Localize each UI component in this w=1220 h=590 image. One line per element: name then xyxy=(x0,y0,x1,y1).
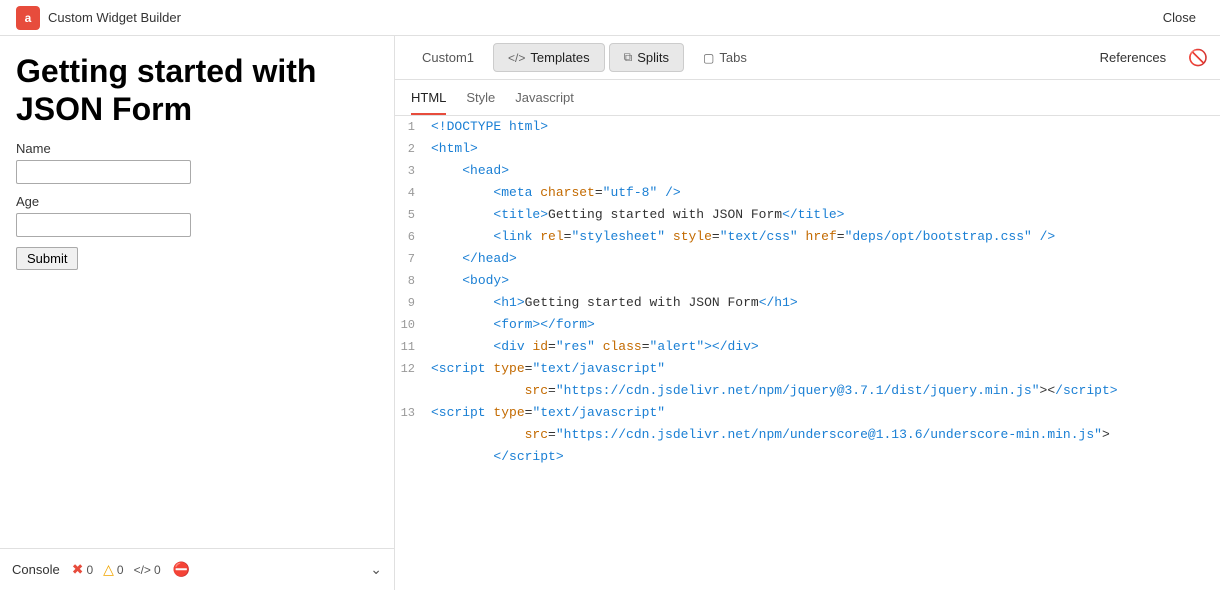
warning-count: 0 xyxy=(117,563,124,577)
sub-tab-style[interactable]: Style xyxy=(466,90,495,115)
line-content: <body> xyxy=(431,270,1220,292)
tab-splits-label: Splits xyxy=(637,50,669,65)
code-line-1: 1<!DOCTYPE html> xyxy=(395,116,1220,138)
tabs-icon: ▢ xyxy=(703,51,714,65)
top-bar-left: a Custom Widget Builder xyxy=(16,6,181,30)
top-bar: a Custom Widget Builder Close xyxy=(0,0,1220,36)
line-content: <!DOCTYPE html> xyxy=(431,116,1220,138)
code-line-13: 13<script type="text/javascript" src="ht… xyxy=(395,402,1220,468)
submit-button[interactable]: Submit xyxy=(16,247,78,270)
code-line-9: 9 <h1>Getting started with JSON Form</h1… xyxy=(395,292,1220,314)
line-content: </head> xyxy=(431,248,1220,270)
line-number: 6 xyxy=(395,226,431,248)
warning-dot-icon: △ xyxy=(103,561,114,578)
name-input[interactable] xyxy=(16,160,191,184)
preview-title: Getting started with JSON Form xyxy=(16,52,378,129)
splits-icon: ⧉ xyxy=(624,50,633,65)
code-line-7: 7 </head> xyxy=(395,248,1220,270)
line-number: 5 xyxy=(395,204,431,226)
console-bar: Console ✖ 0 △ 0 </> 0 ⛔ ⌄ xyxy=(0,548,394,590)
chevron-down-icon: ⌄ xyxy=(370,561,382,578)
line-content: <title>Getting started with JSON Form</t… xyxy=(431,204,1220,226)
line-number: 9 xyxy=(395,292,431,314)
references-tab[interactable]: References xyxy=(1090,44,1176,71)
sub-tab-javascript[interactable]: Javascript xyxy=(515,90,574,115)
code-line-2: 2<html> xyxy=(395,138,1220,160)
console-label: Console xyxy=(12,562,60,577)
close-button[interactable]: Close xyxy=(1155,6,1204,29)
code-line-11: 11 <div id="res" class="alert"></div> xyxy=(395,336,1220,358)
console-circle-icon: ⛔ xyxy=(173,561,190,578)
line-content: <html> xyxy=(431,138,1220,160)
line-content: <head> xyxy=(431,160,1220,182)
name-label: Name xyxy=(16,141,378,156)
code-line-6: 6 <link rel="stylesheet" style="text/css… xyxy=(395,226,1220,248)
error-indicator: ✖ 0 xyxy=(72,561,93,578)
code-icon: </> xyxy=(134,563,151,577)
preview-title-line1: Getting started with xyxy=(16,53,316,89)
line-number: 8 xyxy=(395,270,431,292)
error-dot-icon: ✖ xyxy=(72,561,84,578)
tab-tabs[interactable]: ▢ Tabs xyxy=(688,43,762,72)
line-content: <link rel="stylesheet" style="text/css" … xyxy=(431,226,1220,248)
sub-tab-html[interactable]: HTML xyxy=(411,90,446,115)
right-panel: Custom1 </> Templates ⧉ Splits ▢ Tabs Re… xyxy=(395,36,1220,590)
tab-tabs-label: Tabs xyxy=(719,50,746,65)
code-editor: 1<!DOCTYPE html>2<html>3 <head>4 <meta c… xyxy=(395,116,1220,590)
preview-title-line2: JSON Form xyxy=(16,91,192,127)
code-line-8: 8 <body> xyxy=(395,270,1220,292)
left-panel: Getting started with JSON Form Name Age … xyxy=(0,36,395,590)
line-content: <h1>Getting started with JSON Form</h1> xyxy=(431,292,1220,314)
line-number: 4 xyxy=(395,182,431,204)
line-number: 10 xyxy=(395,314,431,336)
tab-custom1[interactable]: Custom1 xyxy=(407,43,489,72)
tab-splits[interactable]: ⧉ Splits xyxy=(609,43,684,72)
console-indicators: ✖ 0 △ 0 </> 0 xyxy=(72,561,161,578)
code-line-10: 10 <form></form> xyxy=(395,314,1220,336)
age-input[interactable] xyxy=(16,213,191,237)
line-number: 2 xyxy=(395,138,431,160)
line-number: 12 xyxy=(395,358,431,380)
line-number: 7 xyxy=(395,248,431,270)
sub-tab-bar: HTML Style Javascript xyxy=(395,80,1220,116)
code-count: 0 xyxy=(154,563,161,577)
error-count: 0 xyxy=(86,563,93,577)
tab-bar: Custom1 </> Templates ⧉ Splits ▢ Tabs Re… xyxy=(395,36,1220,80)
line-content: <script type="text/javascript" src="http… xyxy=(431,402,1220,468)
code-line-4: 4 <meta charset="utf-8" /> xyxy=(395,182,1220,204)
main-layout: Getting started with JSON Form Name Age … xyxy=(0,36,1220,590)
code-indicator: </> 0 xyxy=(134,563,161,577)
line-content: <form></form> xyxy=(431,314,1220,336)
templates-icon: </> xyxy=(508,51,525,65)
app-title: Custom Widget Builder xyxy=(48,10,181,25)
line-content: <meta charset="utf-8" /> xyxy=(431,182,1220,204)
line-number: 1 xyxy=(395,116,431,138)
code-line-5: 5 <title>Getting started with JSON Form<… xyxy=(395,204,1220,226)
app-icon: a xyxy=(16,6,40,30)
preview-area: Getting started with JSON Form Name Age … xyxy=(0,36,394,548)
code-line-12: 12<script type="text/javascript" src="ht… xyxy=(395,358,1220,402)
warning-indicator: △ 0 xyxy=(103,561,123,578)
app-icon-label: a xyxy=(25,11,32,25)
line-content: <div id="res" class="alert"></div> xyxy=(431,336,1220,358)
age-label: Age xyxy=(16,194,378,209)
tab-templates[interactable]: </> Templates xyxy=(493,43,605,72)
eye-off-icon[interactable]: 🚫 xyxy=(1188,48,1208,68)
line-number: 11 xyxy=(395,336,431,358)
line-number: 3 xyxy=(395,160,431,182)
tab-custom1-label: Custom1 xyxy=(422,50,474,65)
tab-templates-label: Templates xyxy=(530,50,589,65)
line-content: <script type="text/javascript" src="http… xyxy=(431,358,1220,402)
code-line-3: 3 <head> xyxy=(395,160,1220,182)
line-number: 13 xyxy=(395,402,431,424)
